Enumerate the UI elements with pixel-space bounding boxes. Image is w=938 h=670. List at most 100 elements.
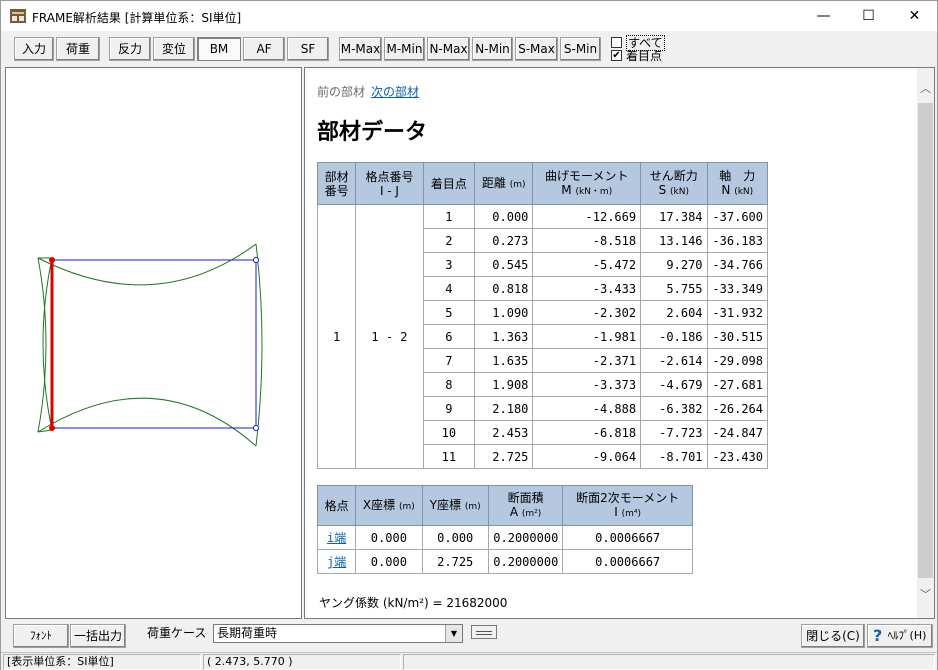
node-2-marker[interactable]	[49, 257, 55, 263]
check-focus-checkbox[interactable]: ✔	[611, 50, 622, 61]
cell-y: 2.725	[421, 549, 489, 574]
help-button[interactable]: ? ﾍﾙﾌﾟ(H)	[867, 624, 933, 648]
scroll-thumb[interactable]	[918, 103, 933, 578]
app-window: FRAME解析結果 [計算単位系：SI単位] — ☐ ✕ 入力 荷重 反力 変位…	[0, 0, 938, 670]
node-3-marker[interactable]	[253, 257, 259, 263]
maximize-button[interactable]: ☐	[846, 1, 891, 31]
title-bar: FRAME解析結果 [計算単位系：SI単位] — ☐ ✕	[1, 1, 937, 31]
check-focus-label: 着目点	[626, 49, 663, 63]
node-end-link[interactable]: j端	[327, 555, 346, 569]
load-button[interactable]: 荷重	[56, 37, 100, 61]
displacement-button[interactable]: 変位	[153, 37, 195, 61]
batch-output-button[interactable]: 一括出力	[70, 624, 126, 648]
cell-moment: -2.302	[532, 300, 642, 325]
header-node: 格点	[316, 485, 357, 526]
cell-distance: 1.090	[474, 300, 534, 325]
cell-distance: 2.725	[474, 444, 534, 469]
bottom-bar: ﾌｫﾝﾄ 一括出力 荷重ケース 長期荷重時 ▼ 閉じる(C) ? ﾍﾙﾌﾟ(H)	[1, 621, 937, 651]
s-min-button[interactable]: S-Min	[560, 37, 601, 61]
header-axial: 軸 力N (kN)	[706, 162, 769, 205]
m-max-button[interactable]: M-Max	[339, 37, 382, 61]
youngs-modulus: ヤング係数 (kN/m²) = 21682000	[319, 596, 508, 610]
table-row: i端 0.000 0.000 0.2000000 0.0006667	[316, 525, 693, 550]
check-focus-row[interactable]: ✔ 着目点	[611, 50, 662, 63]
node-pair-cell: 1 - 2	[355, 204, 424, 469]
cell-moment: -12.669	[532, 204, 642, 229]
cell-point: 8	[422, 372, 476, 397]
scroll-down-icon[interactable]: ﹀	[917, 586, 934, 603]
cell-axial: -34.766	[706, 252, 769, 277]
header-moment: 曲げモーメント M (kN・m)	[532, 162, 642, 205]
member-table-body: 11 - 2 1 0.000 -12.669 17.384 -37.600 2 0.273 -8…	[316, 204, 769, 469]
header-x: X座標 (m)	[355, 485, 423, 526]
cell-axial: -29.098	[706, 348, 769, 373]
cell-area: 0.2000000	[487, 549, 564, 574]
member-table: 部材 番号 格点番号 I - J 着目点 距離 (m) 曲げモーメント M (kN・m…	[316, 162, 769, 469]
vertical-scrollbar[interactable]: ︿ ﹀	[917, 68, 934, 618]
cell-inertia: 0.0006667	[562, 525, 693, 550]
cell-point: 3	[422, 252, 476, 277]
close-button[interactable]: 閉じる(C)	[801, 624, 865, 648]
load-case-select[interactable]: 長期荷重時 ▼	[213, 624, 463, 643]
frame-outline	[51, 259, 257, 429]
check-all-checkbox[interactable]	[611, 37, 622, 48]
header-inertia: 断面2次モーメント I (m⁴)	[562, 485, 693, 526]
toolbar: 入力 荷重 反力 変位 BM AF SF M-Max M-Min N-Max N…	[1, 31, 937, 65]
cell-axial: -33.349	[706, 276, 769, 301]
header-area: 断面積 A (m²)	[487, 485, 564, 526]
input-button[interactable]: 入力	[14, 37, 54, 61]
s-max-button[interactable]: S-Max	[515, 37, 558, 61]
cell-point: 6	[422, 324, 476, 349]
header-member-no: 部材 番号	[316, 162, 357, 205]
member-nav: 前の部材 次の部材	[317, 83, 419, 100]
cell-x: 0.000	[355, 525, 423, 550]
frame-diagram[interactable]	[6, 68, 301, 618]
page-title: 部材データ	[317, 120, 428, 145]
cell-distance: 0.000	[474, 204, 534, 229]
chevron-down-icon[interactable]: ▼	[445, 625, 462, 642]
help-label: ﾍﾙﾌﾟ(H)	[887, 629, 927, 642]
cell-shear: 2.604	[640, 300, 708, 325]
cell-distance: 0.818	[474, 276, 534, 301]
header-node-no: 格点番号 I - J	[355, 162, 424, 205]
n-max-button[interactable]: N-Max	[427, 37, 470, 61]
cell-shear: -0.186	[640, 324, 708, 349]
minimize-button[interactable]: —	[801, 1, 846, 31]
cell-x: 0.000	[355, 549, 423, 574]
cell-moment: -1.981	[532, 324, 642, 349]
cell-point: 2	[422, 228, 476, 253]
af-button[interactable]: AF	[243, 37, 285, 61]
next-member-link[interactable]: 次の部材	[371, 85, 419, 99]
cell-axial: -37.600	[706, 204, 769, 229]
cell-axial: -30.515	[706, 324, 769, 349]
node-1-marker[interactable]	[49, 425, 55, 431]
status-bar: [表示単位系：SI単位] ( 2.473, 5.770 )	[1, 652, 937, 670]
cell-distance: 1.908	[474, 372, 534, 397]
m-min-button[interactable]: M-Min	[384, 37, 425, 61]
cell-point: 9	[422, 396, 476, 421]
n-min-button[interactable]: N-Min	[472, 37, 513, 61]
cell-moment: -6.818	[532, 420, 642, 445]
bm-button[interactable]: BM	[197, 37, 241, 61]
sf-button[interactable]: SF	[287, 37, 329, 61]
splitter-handle[interactable]	[471, 625, 497, 639]
close-window-button[interactable]: ✕	[892, 1, 937, 31]
frame-diagram-pane[interactable]	[5, 67, 302, 619]
scroll-up-icon[interactable]: ︿	[917, 80, 934, 97]
reaction-button[interactable]: 反力	[109, 37, 151, 61]
node-4-marker[interactable]	[253, 425, 259, 431]
cell-shear: 9.270	[640, 252, 708, 277]
load-case-value: 長期荷重時	[217, 626, 278, 640]
cell-distance: 2.453	[474, 420, 534, 445]
cell-shear: -2.614	[640, 348, 708, 373]
font-button[interactable]: ﾌｫﾝﾄ	[13, 624, 69, 648]
cell-axial: -31.932	[706, 300, 769, 325]
cell-axial: -36.183	[706, 228, 769, 253]
node-end-link[interactable]: i端	[327, 531, 346, 545]
prev-member-link[interactable]: 前の部材	[317, 85, 365, 99]
cell-y: 0.000	[421, 525, 489, 550]
cell-point: 4	[422, 276, 476, 301]
header-y: Y座標 (m)	[421, 485, 489, 526]
cell-shear: -4.679	[640, 372, 708, 397]
moment-curve-bottom	[37, 397, 257, 447]
